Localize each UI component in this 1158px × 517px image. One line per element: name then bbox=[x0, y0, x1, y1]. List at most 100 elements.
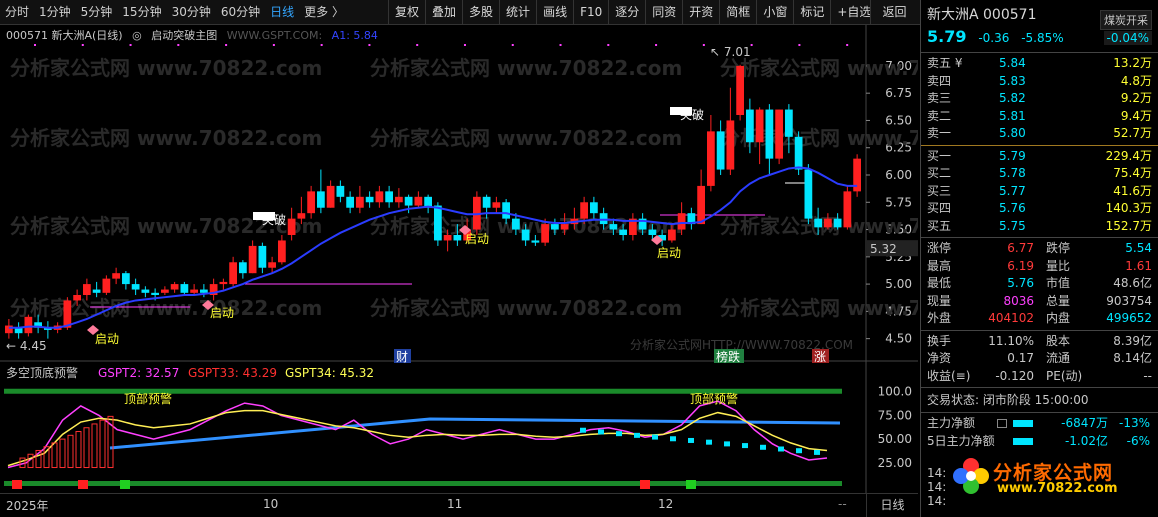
x-more[interactable]: -- bbox=[838, 497, 847, 511]
watermark: 分析家公式网 www.70822.com bbox=[720, 296, 918, 320]
sub-legend-1: GSPT2: 32.57 bbox=[98, 366, 179, 380]
bid-row[interactable]: 买三 5.77 41.6万 bbox=[921, 183, 1158, 201]
toolbar-button-11[interactable]: 标记 bbox=[793, 0, 830, 25]
high-mark: ↖ 7.01 bbox=[710, 45, 751, 59]
period-tab-6[interactable]: 日线 bbox=[265, 0, 299, 25]
flow-bar-5d bbox=[1013, 437, 1033, 445]
x-label-11: 11 bbox=[447, 497, 463, 511]
y-tick-label: 5.75 bbox=[885, 195, 912, 209]
candle-body bbox=[297, 213, 306, 219]
book-label: 买四 bbox=[927, 201, 952, 215]
indicator-name[interactable]: 启动突破主图 bbox=[151, 29, 217, 42]
period-tab-3[interactable]: 15分钟 bbox=[117, 0, 166, 25]
toolbar-button-1[interactable]: 叠加 bbox=[425, 0, 462, 25]
osc-step bbox=[598, 429, 604, 435]
stat-row: 最高 6.19 量比 1.61 bbox=[921, 258, 1158, 276]
period-tab-7[interactable]: 更多 〉 bbox=[299, 0, 349, 25]
osc-step bbox=[778, 446, 784, 452]
stat-row: 涨停 6.77 跌停 5.54 bbox=[921, 240, 1158, 258]
osc-step bbox=[760, 444, 766, 450]
period-tabs: 分时 1分钟 5分钟 15分钟 30分钟 60分钟 日线 更多 〉 bbox=[0, 0, 349, 25]
candle-body bbox=[677, 213, 686, 230]
candle-body bbox=[112, 273, 120, 279]
candle-body bbox=[648, 229, 657, 235]
chevron-down-icon[interactable]: ◎ bbox=[132, 29, 142, 42]
candle-body bbox=[317, 191, 325, 208]
period-tab-5[interactable]: 60分钟 bbox=[216, 0, 265, 25]
stat-label: 外盘 bbox=[927, 311, 952, 325]
ask-row[interactable]: 卖二 5.81 9.4万 bbox=[921, 108, 1158, 126]
sector-tag[interactable]: 煤炭开采 bbox=[1100, 10, 1152, 30]
candle-body bbox=[668, 229, 676, 241]
sector-change: -0.04% bbox=[1103, 31, 1152, 45]
chart-area[interactable]: 7.00 6.75 6.50 6.25 6.00 5.75 5.50 5.25 5.00 4.75… bbox=[0, 25, 1032, 493]
ask-row[interactable]: 卖三 5.82 9.2万 bbox=[921, 90, 1158, 108]
toolbar-button-10[interactable]: 小窗 bbox=[756, 0, 793, 25]
candle-body bbox=[746, 109, 754, 143]
stat-value: 6.77 bbox=[1007, 241, 1034, 255]
ask-row[interactable]: 卖四 5.83 4.8万 bbox=[921, 73, 1158, 91]
book-label: 卖四 bbox=[927, 73, 952, 88]
candle-body bbox=[404, 196, 413, 206]
bid-row[interactable]: 买二 5.78 75.4万 bbox=[921, 165, 1158, 183]
x-label-10: 10 bbox=[263, 497, 279, 511]
bid-row[interactable]: 买五 5.75 152.7万 bbox=[921, 218, 1158, 236]
watermark: 分析家公式网 www.70822.com bbox=[10, 296, 322, 320]
bid-book: 买一 5.79 229.4万 买二 5.78 75.4万 买三 5.77 41.6万… bbox=[921, 148, 1158, 236]
toolbar-button-5[interactable]: F10 bbox=[573, 0, 608, 25]
stat-value: 499652 bbox=[1106, 311, 1152, 325]
flower-logo-icon bbox=[953, 458, 989, 494]
candle-body bbox=[326, 185, 335, 208]
top-warning: 顶部预警 bbox=[690, 391, 738, 406]
marker-dot bbox=[655, 44, 658, 46]
book-price: 5.77 bbox=[999, 183, 1026, 198]
quote-panel: 新大洲A 000571 煤炭开采 5.79 -0.36 -5.85% -0.04… bbox=[920, 0, 1158, 517]
toolbar-button-4[interactable]: 画线 bbox=[536, 0, 573, 25]
stat-row: 净资 0.17 流通 8.14亿 bbox=[921, 350, 1158, 368]
ask-row[interactable]: 卖五 ¥ 5.84 13.2万 bbox=[921, 55, 1158, 73]
candle-body bbox=[814, 218, 822, 228]
period-tab-0[interactable]: 分时 bbox=[0, 0, 34, 25]
marker-dot bbox=[846, 44, 849, 46]
toolbar-button-9[interactable]: 简框 bbox=[719, 0, 756, 25]
toolbar-button-2[interactable]: 多股 bbox=[462, 0, 499, 25]
marker-dot bbox=[559, 44, 562, 46]
toolbar-button-0[interactable]: 复权 bbox=[388, 0, 425, 25]
menu-icon[interactable] bbox=[997, 419, 1007, 428]
candle-body bbox=[365, 196, 374, 203]
bid-row[interactable]: 买四 5.76 140.3万 bbox=[921, 200, 1158, 218]
marker-dot bbox=[416, 44, 419, 46]
back-button[interactable]: 返回 bbox=[870, 0, 918, 25]
toolbar-button-3[interactable]: 统计 bbox=[499, 0, 536, 25]
stat-label: 净资 bbox=[927, 351, 952, 365]
candle-body bbox=[151, 292, 159, 295]
period-label[interactable]: 日线 bbox=[866, 493, 918, 517]
event-tag: 涨 bbox=[814, 349, 826, 364]
stat-value: 8.39亿 bbox=[1113, 333, 1152, 348]
candle-body bbox=[268, 262, 276, 268]
y-tick-label: 4.50 bbox=[885, 332, 912, 346]
ask-row[interactable]: 卖一 5.80 52.7万 bbox=[921, 125, 1158, 143]
main-flow-value: -6847万 bbox=[1061, 416, 1108, 430]
candle-body bbox=[716, 131, 725, 170]
toolbar-button-7[interactable]: 同资 bbox=[645, 0, 682, 25]
candle-body bbox=[122, 273, 130, 285]
period-tab-4[interactable]: 30分钟 bbox=[167, 0, 216, 25]
signal-square bbox=[12, 480, 22, 489]
candle-body bbox=[482, 196, 491, 208]
period-tab-2[interactable]: 5分钟 bbox=[76, 0, 118, 25]
y-tick-label: 6.75 bbox=[885, 86, 912, 100]
toolbar-button-8[interactable]: 开资 bbox=[682, 0, 719, 25]
kline-chart[interactable]: 7.006.756.506.256.005.755.505.255.004.75… bbox=[0, 25, 1032, 493]
x-label-year: 2025年 bbox=[6, 499, 49, 513]
marker-dot bbox=[320, 44, 323, 46]
bid-row[interactable]: 买一 5.79 229.4万 bbox=[921, 148, 1158, 166]
stats-table-2: 换手 11.10% 股本 8.39亿 净资 0.17 流通 8.14亿 收益(≡) … bbox=[921, 333, 1158, 386]
toolbar-button-6[interactable]: 逐分 bbox=[608, 0, 645, 25]
candle-body bbox=[24, 316, 33, 334]
stat-value: 48.6亿 bbox=[1113, 276, 1152, 290]
sub-y-tick: 100.0 bbox=[878, 385, 912, 399]
stat-value: 5.76 bbox=[1007, 276, 1034, 290]
period-tab-1[interactable]: 1分钟 bbox=[34, 0, 76, 25]
book-label: 买一 bbox=[927, 148, 952, 163]
